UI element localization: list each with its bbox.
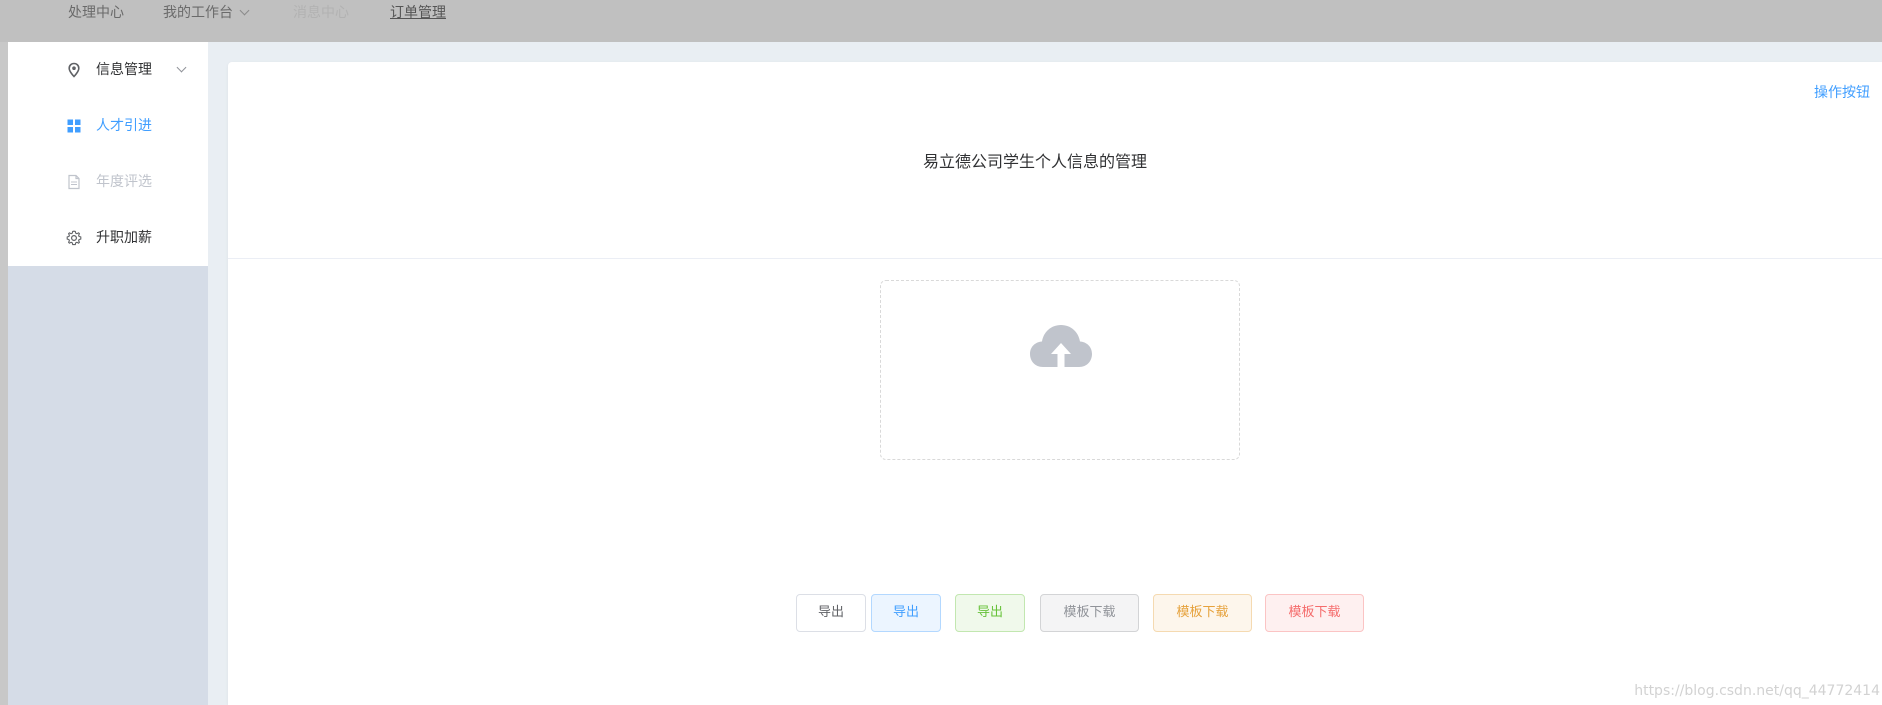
button-label: 模板下载	[1176, 605, 1229, 620]
button-label: 导出	[817, 605, 844, 620]
nav-item-label: 订单管理	[390, 5, 446, 21]
card-header: 操作按钮 易立德公司学生个人信息的管理	[228, 62, 1882, 259]
upload-dropzone[interactable]	[880, 280, 1240, 460]
watermark-text: https://blog.csdn.net/qq_44772414	[1634, 683, 1880, 699]
sidebar-item-label: 年度评选	[96, 174, 152, 190]
button-label: 导出	[892, 605, 919, 620]
document-icon	[68, 174, 80, 190]
template-download-button-warning[interactable]: 模板下载	[1153, 594, 1252, 632]
button-label: 导出	[976, 605, 1003, 620]
export-button-primary[interactable]: 导出	[871, 594, 941, 632]
sidebar-item-label: 升职加薪	[96, 230, 152, 246]
sidebar-menu: 信息管理 人才引进 年度评选 升职加薪	[8, 42, 208, 266]
nav-item-my-workbench[interactable]: 我的工作台	[163, 0, 250, 26]
export-button[interactable]: 导出	[796, 594, 866, 632]
page-title: 易立德公司学生个人信息的管理	[922, 152, 1147, 171]
button-label: 模板下载	[1288, 605, 1341, 620]
template-download-button-info[interactable]: 模板下载	[1040, 594, 1139, 632]
cloud-upload-icon	[1030, 325, 1092, 367]
template-download-button-danger[interactable]: 模板下载	[1265, 594, 1364, 632]
operation-button[interactable]: 操作按钮	[1814, 82, 1870, 102]
chevron-down-icon	[176, 62, 187, 73]
sidebar: 信息管理 人才引进 年度评选 升职加薪	[8, 42, 208, 705]
main-content: 操作按钮 易立德公司学生个人信息的管理 导出 导出 导出 模板下载 模板下载 模…	[208, 42, 1882, 705]
nav-item-processing-center[interactable]: 处理中心	[68, 0, 124, 26]
nav-item-label: 消息中心	[293, 5, 349, 21]
sidebar-item-label: 人才引进	[96, 118, 152, 134]
content-card: 操作按钮 易立德公司学生个人信息的管理 导出 导出 导出 模板下载 模板下载 模…	[228, 62, 1882, 705]
sidebar-item-talent-introduction[interactable]: 人才引进	[8, 98, 208, 154]
sidebar-item-promotion-raise[interactable]: 升职加薪	[8, 210, 208, 266]
export-button-success[interactable]: 导出	[955, 594, 1025, 632]
location-icon	[68, 62, 80, 78]
nav-item-label: 我的工作台	[163, 5, 233, 21]
sidebar-item-label: 信息管理	[96, 62, 152, 78]
chevron-down-icon	[239, 5, 250, 16]
grid-icon	[67, 119, 81, 133]
top-nav-bar: 处理中心 我的工作台 消息中心 订单管理	[0, 0, 1882, 42]
nav-item-label: 处理中心	[68, 5, 124, 21]
nav-item-order-management[interactable]: 订单管理	[390, 0, 446, 26]
sidebar-item-info-management[interactable]: 信息管理	[8, 42, 208, 98]
left-edge-strip	[0, 42, 8, 705]
sidebar-item-annual-selection: 年度评选	[8, 154, 208, 210]
app-window: 处理中心 我的工作台 消息中心 订单管理 信息管理 人才引进 年度评选 升职加薪…	[0, 0, 1882, 705]
gear-icon	[66, 230, 82, 246]
button-label: 模板下载	[1063, 605, 1116, 620]
nav-item-message-center: 消息中心	[293, 0, 349, 26]
